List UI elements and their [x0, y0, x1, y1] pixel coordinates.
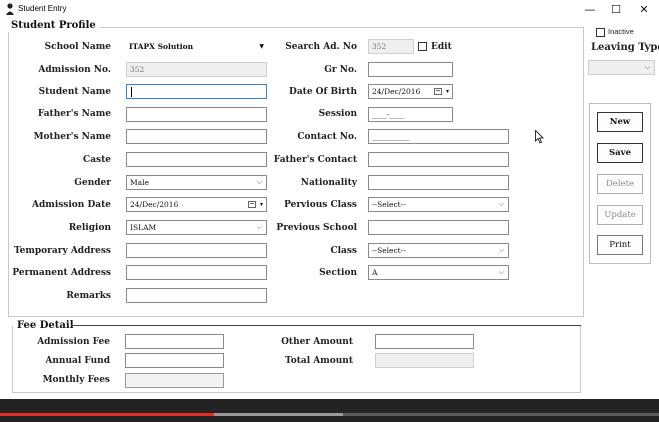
edit-label: Edit — [431, 42, 452, 52]
chevron-down-icon[interactable]: ▾ — [446, 85, 449, 98]
caste-input[interactable] — [126, 152, 267, 167]
religion-value: ISLAM — [130, 223, 157, 232]
session-input[interactable]: ____-____ — [368, 107, 453, 122]
search-ad-no-input[interactable]: 352 — [368, 39, 414, 54]
admission-fee-input[interactable] — [125, 334, 224, 349]
fathers-name-label: Father's Name — [37, 109, 111, 119]
admission-date-picker[interactable]: 24/Dec/2016 ▾ — [126, 197, 267, 212]
permanent-address-input[interactable] — [126, 265, 267, 280]
mothers-name-input[interactable] — [126, 129, 267, 144]
chevron-down-icon: ⌵ — [498, 268, 504, 276]
leaving-type-dropdown[interactable]: ⌵ — [588, 60, 655, 75]
nationality-label: Nationality — [300, 178, 357, 188]
total-amount-field[interactable] — [375, 353, 474, 368]
calendar-icon[interactable] — [248, 201, 256, 208]
class-value: --Select-- — [372, 246, 406, 255]
annual-fund-input[interactable] — [125, 353, 224, 368]
student-name-input[interactable] — [126, 84, 267, 99]
app-icon — [6, 3, 14, 15]
chevron-down-icon: ⌵ — [644, 63, 650, 71]
gr-no-input[interactable] — [368, 62, 453, 77]
student-name-label: Student Name — [38, 87, 111, 97]
chevron-down-icon: ⌵ — [498, 246, 504, 254]
other-amount-input[interactable] — [375, 334, 474, 349]
date-of-birth-picker[interactable]: 24/Dec/2016 ▾ — [368, 84, 453, 99]
chevron-down-icon[interactable]: ▾ — [260, 198, 263, 211]
section-label: Section — [319, 268, 357, 278]
text-caret — [131, 87, 132, 97]
total-amount-label: Total Amount — [285, 356, 353, 366]
calendar-icon[interactable] — [434, 88, 442, 95]
video-player-bar — [0, 399, 659, 422]
fathers-contact-label: Father's Contact — [273, 155, 357, 165]
inactive-checkbox[interactable] — [596, 28, 605, 37]
search-ad-no-label: Search Ad. No — [285, 42, 357, 52]
section-dropdown[interactable]: A ⌵ — [368, 265, 509, 280]
student-profile-title: Student Profile — [8, 20, 99, 32]
religion-dropdown[interactable]: ISLAM ⌵ — [126, 220, 267, 235]
previous-school-label: Previous School — [276, 223, 357, 233]
close-icon[interactable]: ✕ — [630, 1, 658, 18]
admission-no-field[interactable]: 352 — [126, 62, 267, 77]
leaving-type-label: Leaving Type — [591, 42, 659, 53]
video-progress-fill[interactable] — [0, 413, 214, 416]
gr-no-label: Gr No. — [324, 65, 357, 75]
fathers-name-input[interactable] — [126, 107, 267, 122]
admission-date-value: 24/Dec/2016 — [130, 200, 179, 209]
school-name-label: School Name — [44, 42, 111, 52]
remarks-input[interactable] — [126, 288, 267, 303]
maximize-icon[interactable]: ☐ — [602, 1, 630, 18]
pervious-class-dropdown[interactable]: --Select-- ⌵ — [368, 197, 509, 212]
religion-label: Religion — [68, 223, 111, 233]
date-of-birth-label: Date Of Birth — [289, 87, 357, 97]
edit-checkbox[interactable] — [418, 42, 427, 51]
chevron-down-icon: ⌵ — [498, 200, 504, 208]
admission-date-label: Admission Date — [32, 200, 111, 210]
title-bar: Student Entry — ☐ ✕ — [0, 0, 659, 20]
print-button[interactable]: Print — [597, 235, 643, 255]
delete-button[interactable]: Delete — [597, 174, 643, 194]
window-title: Student Entry — [18, 4, 67, 13]
chevron-down-icon: ▼ — [259, 43, 264, 50]
contact-no-input[interactable]: __________ — [368, 129, 509, 144]
student-entry-window: Student Entry — ☐ ✕ Student Profile Scho… — [0, 0, 659, 399]
annual-fund-label: Annual Fund — [45, 356, 110, 366]
gender-label: Gender — [74, 178, 111, 188]
section-value: A — [372, 268, 378, 277]
monthly-fees-label: Monthly Fees — [42, 375, 110, 385]
minimize-icon[interactable]: — — [576, 1, 604, 18]
admission-no-label: Admission No. — [38, 65, 111, 75]
date-of-birth-value: 24/Dec/2016 — [372, 87, 421, 96]
school-name-value: ITAPX Solution — [129, 42, 194, 51]
mothers-name-label: Mother's Name — [33, 132, 111, 142]
chevron-down-icon: ⌵ — [256, 223, 262, 231]
contact-no-label: Contact No. — [297, 132, 357, 142]
pervious-class-label: Pervious Class — [284, 200, 357, 210]
mouse-cursor-icon — [535, 130, 544, 144]
nationality-input[interactable] — [368, 175, 509, 190]
caste-label: Caste — [83, 155, 111, 165]
class-label: Class — [330, 246, 357, 256]
other-amount-label: Other Amount — [281, 337, 353, 347]
save-button[interactable]: Save — [597, 143, 643, 163]
temporary-address-label: Temporary Address — [13, 246, 111, 256]
monthly-fees-field[interactable] — [125, 373, 224, 388]
gender-dropdown[interactable]: Male ⌵ — [126, 175, 267, 190]
session-label: Session — [318, 109, 357, 119]
admission-fee-label: Admission Fee — [37, 337, 110, 347]
class-dropdown[interactable]: --Select-- ⌵ — [368, 243, 509, 258]
temporary-address-input[interactable] — [126, 243, 267, 258]
permanent-address-label: Permanent Address — [12, 268, 111, 278]
fathers-contact-input[interactable] — [368, 152, 509, 167]
inactive-label: Inactive — [608, 27, 634, 36]
chevron-down-icon: ⌵ — [256, 178, 262, 186]
new-button[interactable]: New — [597, 112, 643, 132]
pervious-class-value: --Select-- — [372, 200, 406, 209]
gender-value: Male — [130, 178, 149, 187]
previous-school-input[interactable] — [368, 220, 509, 235]
school-name-dropdown[interactable]: ITAPX Solution ▼ — [126, 40, 267, 55]
update-button[interactable]: Update — [597, 205, 643, 225]
remarks-label: Remarks — [66, 291, 111, 301]
